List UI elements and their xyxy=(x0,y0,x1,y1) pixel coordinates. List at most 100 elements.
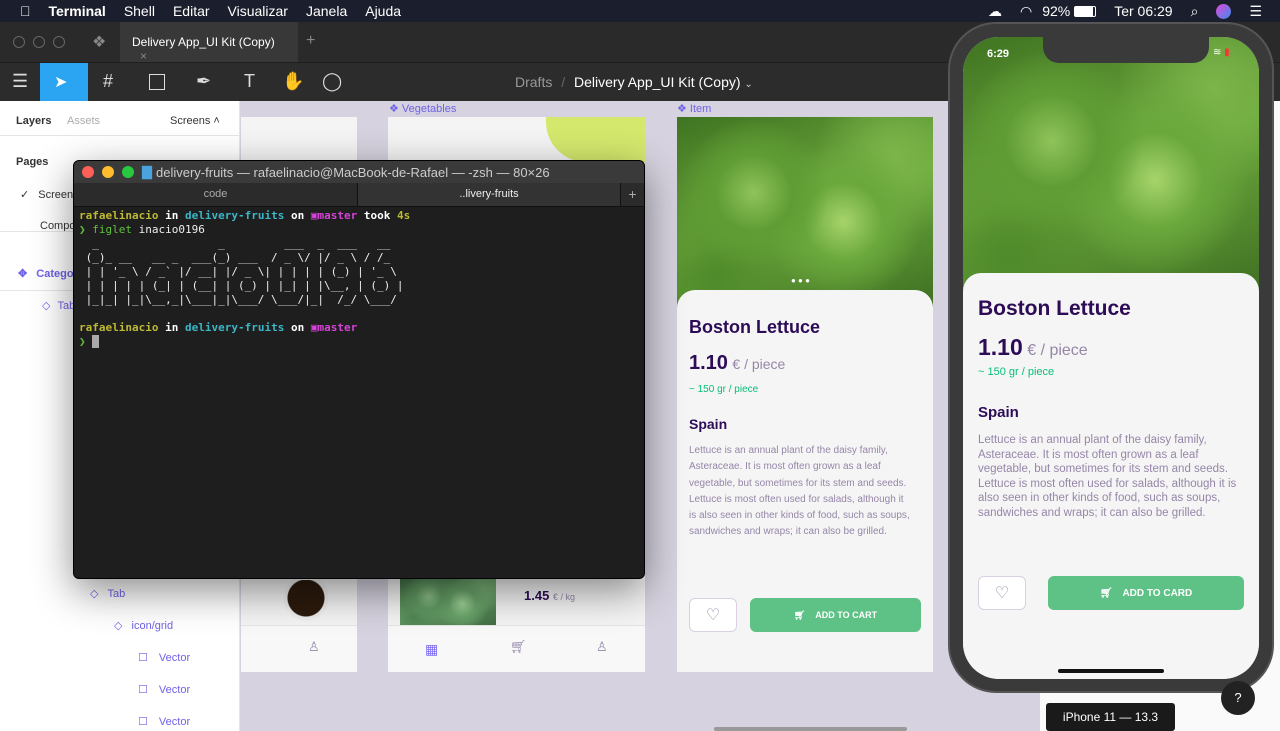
layer-tab[interactable]: ◇ Tab xyxy=(90,587,125,600)
layer-label: Vector xyxy=(158,684,191,696)
frame-label-text: Item xyxy=(689,103,712,115)
menu-shell[interactable]: Shell xyxy=(124,3,155,19)
canvas-frame-item[interactable]: ● ● ● Boston Lettuce 1.10 € / piece ~ 15… xyxy=(677,117,933,672)
cart-icon: 🛒︎ xyxy=(793,609,806,620)
terminal-title: delivery-fruits — rafaelinacio@MacBook-d… xyxy=(156,164,550,180)
window-minimize-button[interactable] xyxy=(33,36,45,48)
notification-center-icon[interactable]: ☰ xyxy=(1249,3,1262,20)
layer-icon-grid[interactable]: ◇ icon/grid xyxy=(114,619,173,632)
add-to-cart-button[interactable]: 🛒︎ ADD TO CART xyxy=(750,598,921,632)
new-tab-icon[interactable]: + xyxy=(620,183,644,206)
device-tooltip: iPhone 11 — 13.3 xyxy=(1046,703,1175,731)
comment-tool-icon[interactable]: ◯ xyxy=(322,71,342,92)
layer-vector[interactable]: ☐ Vector xyxy=(138,715,190,728)
cursor xyxy=(92,335,99,348)
creative-cloud-icon[interactable]: ☁ xyxy=(988,3,1002,20)
tab-assets[interactable]: Assets xyxy=(67,115,100,127)
macos-menubar:  Terminal Shell Editar Visualizar Janel… xyxy=(0,0,1280,22)
new-tab-icon[interactable]: + xyxy=(306,32,315,50)
product-price: 1.10 € / piece xyxy=(978,334,1088,360)
status-time: 6:29 xyxy=(987,48,1010,60)
layer-label: icon/grid xyxy=(131,620,174,632)
breadcrumb: Drafts / Delivery App_UI Kit (Copy) ⌄ xyxy=(515,74,753,90)
home-indicator[interactable] xyxy=(1058,669,1164,673)
cabbage-image xyxy=(400,577,496,625)
add-to-card-label: ADD TO CARD xyxy=(1122,587,1193,599)
layer-label: Vector xyxy=(158,652,191,664)
frame-label-vegetables[interactable]: ❖ Vegetables xyxy=(389,102,456,115)
product-image xyxy=(963,37,1259,297)
window-zoom-button[interactable] xyxy=(53,36,65,48)
menu-visualizar[interactable]: Visualizar xyxy=(228,3,288,19)
breadcrumb-file[interactable]: Delivery App_UI Kit (Copy) xyxy=(574,74,741,90)
layer-vector[interactable]: ☐ Vector xyxy=(138,651,190,664)
layer-vector[interactable]: ☐ Vector xyxy=(138,683,190,696)
battery-percent: 92% xyxy=(1042,3,1071,19)
hand-tool-icon[interactable]: ✋ xyxy=(282,71,304,92)
frame-tool-icon[interactable]: # xyxy=(103,71,113,92)
simulator-screen[interactable]: 6:29 ≋ ▮ Boston Lettuce 1.10 € / piece ~… xyxy=(963,37,1259,679)
layer-label: Vector xyxy=(158,716,191,728)
veg-price: 1.45 € / kg xyxy=(524,588,575,603)
product-origin: Spain xyxy=(689,416,728,432)
product-name: Boston Lettuce xyxy=(978,297,1131,320)
product-description: Lettuce is an annual plant of the daisy … xyxy=(689,445,910,538)
figlet-output: _ _ ___ _ ___ __ (_)_ __ __ _ ___(_) ___… xyxy=(85,237,404,306)
canvas-scrollbar[interactable] xyxy=(714,727,907,731)
text-tool-icon[interactable]: T xyxy=(244,71,255,92)
product-description: Lettuce is an annual plant of the daisy … xyxy=(978,434,1237,519)
terminal-titlebar[interactable]: ▇ delivery-fruits — rafaelinacio@MacBook… xyxy=(74,161,644,183)
add-to-cart-label: ADD TO CART xyxy=(815,610,878,620)
tab-code[interactable]: code xyxy=(74,183,358,206)
close-tab-icon[interactable]: × xyxy=(140,49,147,63)
frame-label-item[interactable]: ❖ Item xyxy=(677,102,711,115)
product-weight: ~ 150 gr / piece xyxy=(689,384,759,395)
pen-tool-icon[interactable]: ✒ xyxy=(196,71,211,92)
terminal-output[interactable]: rafaelinacio in delivery-fruits on ▣mast… xyxy=(74,207,644,351)
pages-heading: Pages xyxy=(16,156,49,168)
menu-janela[interactable]: Janela xyxy=(306,3,347,19)
wifi-icon[interactable]: ◠ xyxy=(1020,3,1032,20)
terminal-tabs: code ..livery-fruits + xyxy=(74,183,644,207)
file-tab[interactable]: Delivery App_UI Kit (Copy) × xyxy=(120,22,298,63)
menu-editar[interactable]: Editar xyxy=(173,3,210,19)
breadcrumb-drafts[interactable]: Drafts xyxy=(515,74,552,90)
siri-icon[interactable] xyxy=(1216,3,1232,19)
zoom-button[interactable] xyxy=(122,166,134,178)
battery-icon[interactable] xyxy=(1074,5,1097,17)
layer-tab[interactable]: ◇ Tab xyxy=(42,299,75,312)
shape-tool-icon[interactable] xyxy=(149,74,165,90)
chevron-down-icon[interactable]: ⌄ xyxy=(744,79,752,90)
close-button[interactable] xyxy=(82,166,94,178)
move-tool-button[interactable]: ➤ xyxy=(40,63,88,102)
menu-app[interactable]: Terminal xyxy=(49,3,106,19)
apple-icon[interactable]:  xyxy=(20,3,31,19)
carousel-dots[interactable]: ● ● ● xyxy=(791,276,810,285)
profile-icon[interactable]: ♙ xyxy=(596,639,608,655)
pointer-icon: ➤ xyxy=(54,74,68,91)
product-card: Boston Lettuce 1.10 € / piece ~ 150 gr /… xyxy=(677,290,933,672)
spotlight-icon[interactable]: ⌕ xyxy=(1191,3,1199,20)
favorite-button[interactable]: ♡ xyxy=(978,576,1026,610)
terminal-window[interactable]: ▇ delivery-fruits — rafaelinacio@MacBook… xyxy=(73,160,645,579)
grid-icon[interactable]: ▦ xyxy=(425,641,438,658)
iphone-simulator[interactable]: 6:29 ≋ ▮ Boston Lettuce 1.10 € / piece ~… xyxy=(948,22,1274,693)
window-close-button[interactable] xyxy=(13,36,25,48)
favorite-button[interactable]: ♡ xyxy=(689,598,737,632)
cart-icon[interactable]: 🛒︎ xyxy=(510,639,527,655)
tab-layers[interactable]: Layers xyxy=(16,115,51,127)
figma-logo-icon[interactable]: ❖ xyxy=(92,32,106,52)
help-button[interactable]: ? xyxy=(1221,681,1255,715)
minimize-button[interactable] xyxy=(102,166,114,178)
page-selector[interactable]: Screens ˄ xyxy=(170,115,220,127)
tab-delivery-fruits[interactable]: ..livery-fruits xyxy=(358,183,620,206)
main-menu-icon[interactable]: ☰ xyxy=(12,71,28,92)
clock[interactable]: Ter 06:29 xyxy=(1114,3,1172,19)
tea-image xyxy=(266,580,346,625)
page-screens[interactable]: ✓ Screens xyxy=(20,188,79,201)
profile-icon[interactable]: ♙ xyxy=(308,639,320,655)
add-to-card-button[interactable]: 🛒︎ ADD TO CARD xyxy=(1048,576,1244,610)
menu-ajuda[interactable]: Ajuda xyxy=(365,3,401,19)
decor-blob xyxy=(546,117,645,162)
page-selector-label: Screens xyxy=(170,115,211,127)
